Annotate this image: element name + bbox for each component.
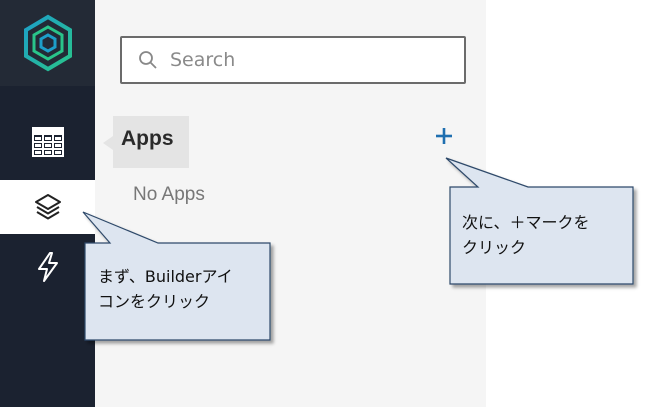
- sidebar-rail: [0, 0, 95, 407]
- search-input[interactable]: [170, 49, 440, 71]
- add-app-button[interactable]: [430, 122, 458, 150]
- grid-icon: [31, 127, 64, 157]
- hexagon-logo-icon: [23, 14, 72, 72]
- nav-builder-button[interactable]: [0, 180, 95, 234]
- callout-builder-line2: コンをクリック: [98, 292, 211, 311]
- callout-plus-line2: クリック: [462, 238, 527, 257]
- plus-icon: [436, 128, 452, 144]
- lightning-icon: [37, 252, 58, 282]
- callout-plus-line1: 次に、＋マークを: [462, 213, 590, 232]
- callout-builder-line1: まず、Builderアイ: [98, 267, 233, 286]
- apps-header: Apps: [113, 116, 189, 168]
- nav-apps-grid-button[interactable]: [0, 115, 95, 169]
- nav-triggers-button[interactable]: [0, 240, 95, 294]
- apps-title: Apps: [121, 127, 174, 150]
- search-field[interactable]: [120, 36, 466, 84]
- search-icon: [138, 50, 158, 70]
- apps-header-pointer: [103, 136, 113, 150]
- callout-plus: 次に、＋マークを クリック: [462, 210, 632, 260]
- no-apps-text: No Apps: [133, 184, 205, 205]
- layers-icon: [34, 194, 61, 220]
- logo[interactable]: [0, 0, 95, 86]
- callout-builder: まず、Builderアイ コンをクリック: [98, 264, 268, 314]
